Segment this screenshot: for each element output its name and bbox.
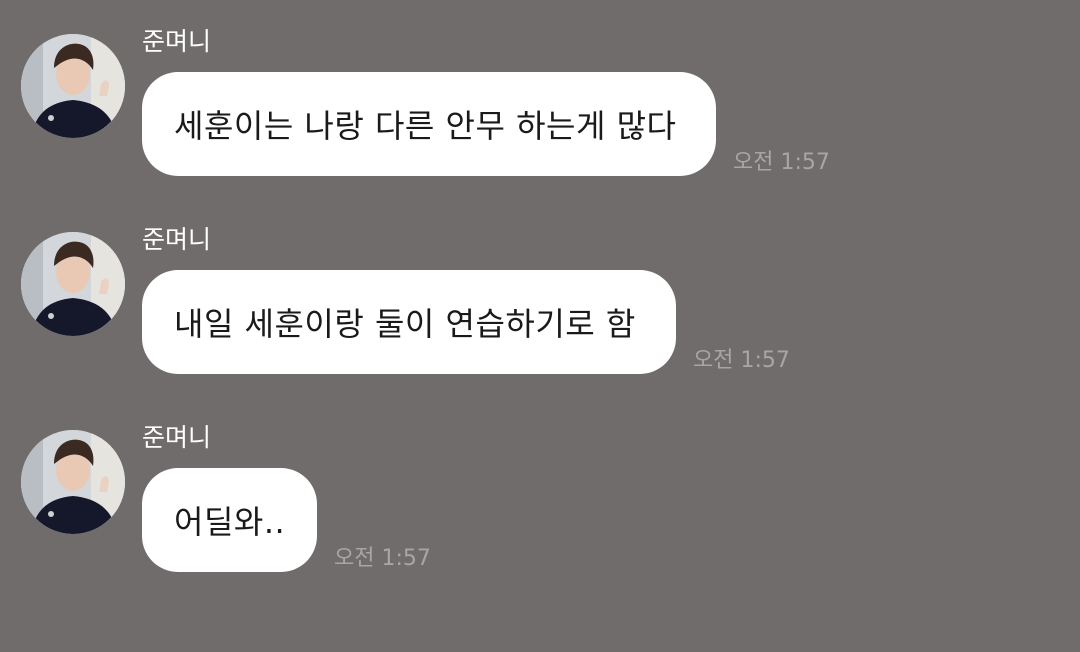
chat-message-list: 준며니 세훈이는 나랑 다른 안무 하는게 많다 오전 1:57 준며니 내일 … [0,0,1080,652]
message-bubble[interactable]: 내일 세훈이랑 둘이 연습하기로 함 [142,270,676,374]
message-bubble[interactable]: 세훈이는 나랑 다른 안무 하는게 많다 [142,72,716,176]
avatar[interactable] [21,34,125,138]
message-text: 어딜와.. [174,503,286,541]
sender-name: 준며니 [142,225,212,254]
message-time: 오전 1:57 [693,348,790,373]
message-row: 준며니 어딜와.. 오전 1:57 [0,422,1080,582]
sender-name: 준며니 [142,423,212,452]
message-text: 내일 세훈이랑 둘이 연습하기로 함 [174,305,636,343]
message-text: 세훈이는 나랑 다른 안무 하는게 많다 [174,107,677,145]
message-time: 오전 1:57 [334,546,431,571]
profile-photo-icon [21,34,125,138]
profile-photo-icon [21,430,125,534]
avatar[interactable] [21,232,125,336]
avatar[interactable] [21,430,125,534]
message-time: 오전 1:57 [733,150,830,175]
message-row: 준며니 내일 세훈이랑 둘이 연습하기로 함 오전 1:57 [0,224,1080,384]
sender-name: 준며니 [142,27,212,56]
message-bubble[interactable]: 어딜와.. [142,468,317,572]
message-row: 준며니 세훈이는 나랑 다른 안무 하는게 많다 오전 1:57 [0,26,1080,186]
profile-photo-icon [21,232,125,336]
